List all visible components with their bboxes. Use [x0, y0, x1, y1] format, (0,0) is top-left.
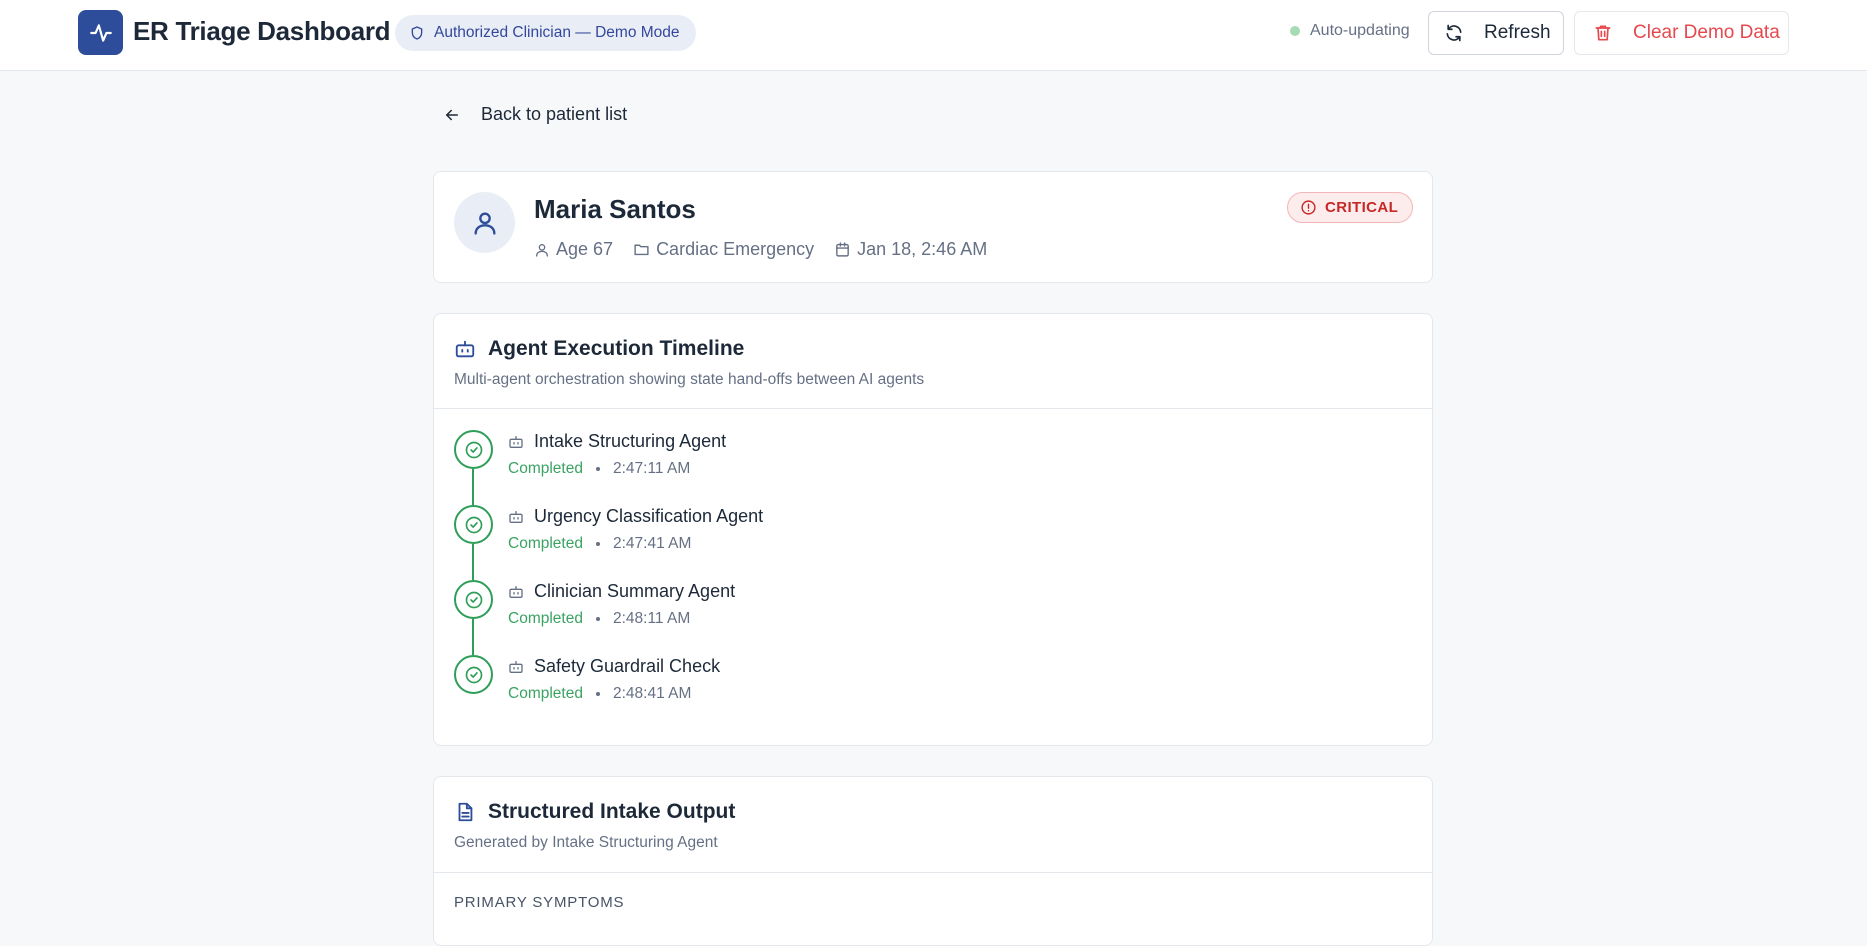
- clear-demo-data-button[interactable]: Clear Demo Data: [1574, 11, 1789, 55]
- user-icon: [536, 243, 548, 257]
- patient-meta: Age 67 Cardiac Emergency Jan 18, 2:46 AM: [534, 239, 987, 260]
- bot-icon: [509, 585, 523, 598]
- patient-card: Maria Santos Age 67 Cardiac Emergency Ja…: [433, 171, 1433, 283]
- step-meta: Completed 2:47:11 AM: [508, 460, 690, 478]
- separator-dot: [595, 617, 600, 621]
- bot-icon: [509, 435, 523, 448]
- user-icon: [474, 212, 495, 235]
- step-meta: Completed 2:47:41 AM: [508, 535, 691, 553]
- patient-category-label: Cardiac Emergency: [656, 239, 815, 259]
- arrow-left-icon: [446, 109, 458, 120]
- agent-timeline-card: Agent Execution Timeline Multi-agent orc…: [433, 313, 1433, 746]
- intake-title-label: Structured Intake Output: [488, 800, 736, 823]
- clear-demo-data-label: Clear Demo Data: [1633, 22, 1780, 43]
- step-name-label: Safety Guardrail Check: [534, 656, 721, 676]
- timeline-connector: [472, 619, 474, 655]
- bot-icon: [455, 340, 475, 358]
- shield-icon: [411, 26, 423, 40]
- timeline-title-label: Agent Execution Timeline: [488, 337, 745, 360]
- step-name: Intake Structuring Agent: [508, 431, 726, 452]
- patient-category: Cardiac Emergency: [633, 239, 814, 260]
- step-status: Completed: [508, 610, 583, 627]
- step-time: 2:47:41 AM: [612, 535, 692, 552]
- check-circle-icon: [454, 655, 493, 694]
- file-text-icon: [458, 802, 473, 822]
- intake-title: Structured Intake Output: [454, 800, 735, 824]
- timeline-step: Safety Guardrail Check Completed 2:48:41…: [454, 655, 1354, 715]
- step-name: Safety Guardrail Check: [508, 656, 720, 677]
- step-name-label: Urgency Classification Agent: [534, 506, 764, 526]
- primary-symptoms-heading: PRIMARY SYMPTOMS: [454, 894, 625, 911]
- auth-badge: Authorized Clinician — Demo Mode: [395, 15, 696, 51]
- timeline-subtitle: Multi-agent orchestration showing state …: [454, 371, 925, 388]
- activity-icon: [78, 10, 123, 55]
- step-time: 2:47:11 AM: [612, 460, 691, 477]
- timeline-title: Agent Execution Timeline: [454, 337, 744, 361]
- auto-update-status: Auto-updating: [1290, 22, 1410, 40]
- timeline-step: Intake Structuring Agent Completed 2:47:…: [454, 430, 1354, 505]
- step-name: Urgency Classification Agent: [508, 506, 763, 527]
- trash-icon: [1595, 25, 1611, 41]
- step-name: Clinician Summary Agent: [508, 581, 735, 602]
- status-dot: [1290, 26, 1300, 36]
- separator-dot: [595, 542, 600, 546]
- step-meta: Completed 2:48:41 AM: [508, 685, 691, 703]
- patient-arrival: Jan 18, 2:46 AM: [834, 239, 987, 260]
- calendar-icon: [836, 242, 849, 257]
- timeline-connector: [472, 469, 474, 505]
- step-status: Completed: [508, 535, 583, 552]
- step-name-label: Intake Structuring Agent: [534, 431, 727, 451]
- refresh-icon: [1446, 24, 1462, 42]
- avatar: [454, 192, 515, 253]
- step-meta: Completed 2:48:11 AM: [508, 610, 690, 628]
- patient-age: Age 67: [534, 239, 613, 260]
- check-circle-icon: [454, 505, 493, 544]
- auto-update-label: Auto-updating: [1310, 22, 1410, 39]
- bot-icon: [509, 510, 523, 523]
- alert-circle-icon: [1301, 200, 1316, 215]
- refresh-label: Refresh: [1484, 22, 1551, 43]
- step-name-label: Clinician Summary Agent: [534, 581, 736, 601]
- timeline-step: Clinician Summary Agent Completed 2:48:1…: [454, 580, 1354, 655]
- patient-age-label: Age 67: [556, 239, 614, 259]
- severity-badge: CRITICAL: [1287, 192, 1414, 223]
- step-status: Completed: [508, 685, 583, 702]
- structured-intake-card: Structured Intake Output Generated by In…: [433, 776, 1433, 946]
- check-circle-icon: [454, 430, 493, 469]
- auth-badge-label: Authorized Clinician — Demo Mode: [434, 24, 680, 41]
- severity-label: CRITICAL: [1325, 199, 1399, 216]
- intake-header: Structured Intake Output Generated by In…: [434, 777, 1432, 873]
- refresh-button[interactable]: Refresh: [1428, 11, 1564, 55]
- step-time: 2:48:41 AM: [612, 685, 692, 702]
- separator-dot: [595, 692, 600, 696]
- timeline-connector: [472, 544, 474, 580]
- check-circle-icon: [454, 580, 493, 619]
- top-bar: ER Triage Dashboard Authorized Clinician…: [0, 0, 1867, 71]
- separator-dot: [595, 467, 600, 471]
- patient-arrival-label: Jan 18, 2:46 AM: [857, 239, 988, 259]
- step-status: Completed: [508, 460, 583, 477]
- timeline-step: Urgency Classification Agent Completed 2…: [454, 505, 1354, 580]
- back-to-patient-list-link[interactable]: Back to patient list: [443, 104, 627, 125]
- timeline-header: Agent Execution Timeline Multi-agent orc…: [434, 314, 1432, 409]
- step-time: 2:48:11 AM: [612, 610, 691, 627]
- patient-name: Maria Santos: [534, 194, 696, 224]
- folder-icon: [634, 244, 649, 256]
- intake-subtitle: Generated by Intake Structuring Agent: [454, 834, 718, 851]
- bot-icon: [509, 660, 523, 673]
- app-title: ER Triage Dashboard: [133, 16, 391, 46]
- back-label: Back to patient list: [481, 104, 628, 124]
